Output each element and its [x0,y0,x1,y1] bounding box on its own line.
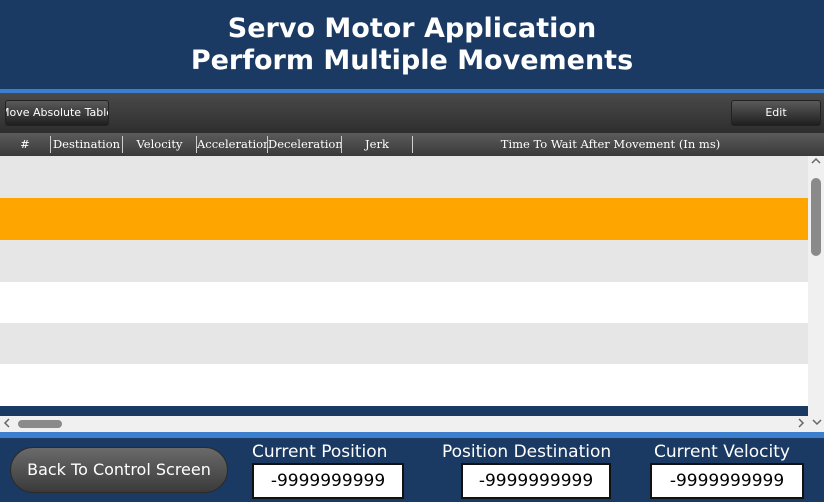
column-header-acceleration[interactable]: Acceleration [196,136,267,153]
table-row[interactable] [0,364,808,406]
chevron-down-icon[interactable] [810,416,824,432]
table-row[interactable] [0,240,808,282]
horizontal-scroll-thumb[interactable] [18,420,62,428]
column-header-jerk[interactable]: Jerk [341,136,412,153]
page-subtitle: Perform Multiple Movements [190,45,634,76]
current-position-label: Current Position [252,442,388,462]
column-header-index[interactable]: # [0,133,50,156]
table-header: # Destination Velocity Acceleration Dece… [0,133,824,156]
vertical-scroll-thumb[interactable] [811,178,821,256]
move-absolute-table-label: Move Absolute Table [5,106,109,119]
edit-button[interactable]: Edit [731,100,821,126]
column-header-velocity[interactable]: Velocity [122,136,196,153]
column-header-wait-time[interactable]: Time To Wait After Movement (In ms) [412,136,808,153]
column-header-destination[interactable]: Destination [50,136,122,153]
table-row-selected[interactable] [0,198,808,240]
table-body [0,156,808,416]
move-absolute-table-button[interactable]: Move Absolute Table [5,100,109,126]
app-header: Servo Motor Application Perform Multiple… [0,0,824,89]
vertical-scrollbar[interactable] [808,156,824,416]
chevron-up-icon[interactable] [808,156,824,170]
page-title: Servo Motor Application [227,13,597,44]
horizontal-scrollbar[interactable] [0,416,824,432]
table-row[interactable] [0,323,808,365]
table-row[interactable] [0,156,808,198]
table-row[interactable] [0,282,808,324]
position-destination-value: -9999999999 [461,463,611,499]
current-velocity-label: Current Velocity [654,442,790,462]
column-header-deceleration[interactable]: Deceleration [267,136,341,153]
current-velocity-value: -9999999999 [650,463,804,499]
status-footer: Back To Control Screen Current Position … [0,438,824,502]
back-to-control-screen-button[interactable]: Back To Control Screen [10,447,228,493]
position-destination-label: Position Destination [442,442,612,462]
current-position-value: -9999999999 [252,463,404,499]
chevron-left-icon[interactable] [0,416,14,432]
chevron-right-icon[interactable] [794,416,808,432]
table-toolbar: Move Absolute Table Edit [0,93,824,133]
